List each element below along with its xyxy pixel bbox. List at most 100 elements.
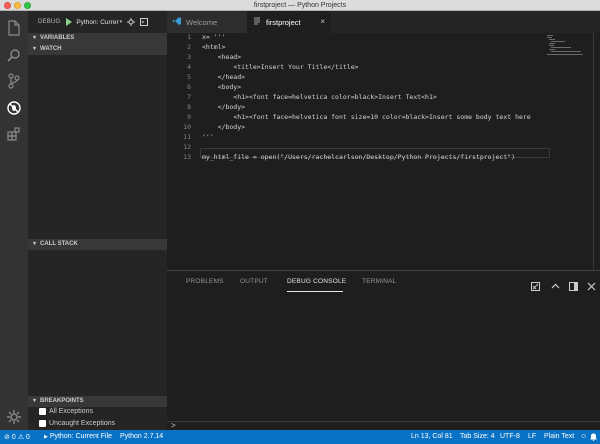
line-number: 12	[183, 143, 191, 151]
status-bar: ⊘ 0 ⚠ 0 ▶ Python: Current File Python 2.…	[0, 430, 600, 444]
code-line: <html>	[202, 43, 226, 51]
cursor-position[interactable]: Ln 13, Col 81	[411, 433, 453, 440]
debug-toolbar: DEBUG Python: Currer ▾	[28, 11, 167, 33]
debug-console-input[interactable]: >	[167, 421, 600, 430]
code-line: <h1><font face=helvetica color=black>Ins…	[202, 93, 437, 101]
maximize-panel-icon[interactable]	[569, 278, 578, 291]
watch-section-header[interactable]: ▾ WATCH	[28, 44, 167, 55]
debug-config-select[interactable]: Python: Currer	[76, 19, 118, 26]
debug-config-status[interactable]: ▶ Python: Current File	[44, 433, 112, 440]
breakpoints-section-header[interactable]: ▾ BREAKPOINTS	[28, 396, 167, 407]
smiley-icon[interactable]: ☺	[580, 433, 587, 440]
line-number: 13	[183, 153, 191, 161]
gear-icon[interactable]	[127, 18, 136, 26]
tab-label: Welcome	[186, 17, 218, 27]
tab-firstproject[interactable]: firstproject ×	[247, 11, 331, 33]
code-line: '''	[202, 133, 214, 141]
editor-tab-bar: Welcome firstproject ×	[167, 11, 600, 33]
code-line: </body>	[202, 103, 246, 111]
breakpoint-label: Uncaught Exceptions	[49, 420, 116, 427]
code-line: <body>	[202, 83, 242, 91]
line-number: 5	[187, 73, 191, 81]
checkbox[interactable]	[39, 408, 46, 415]
chevron-down-icon: ▾	[33, 35, 37, 41]
line-number: 1	[187, 33, 191, 41]
debug-config-label: Python: Current File	[49, 433, 113, 440]
debug-console-icon[interactable]	[140, 18, 149, 26]
tab-problems[interactable]: PROBLEMS	[186, 278, 224, 285]
clear-console-icon[interactable]	[531, 278, 540, 291]
code-line: <title>Insert Your Title</title>	[202, 63, 359, 71]
play-icon: ▶	[44, 434, 48, 440]
line-number: 2	[187, 43, 191, 51]
code-line: <head>	[202, 53, 242, 61]
tab-size[interactable]: Tab Size: 4	[460, 433, 495, 440]
code-line: my_html_file = open("/Users/rachelcarlso…	[202, 153, 516, 161]
error-count: 0	[11, 434, 16, 441]
vscode-icon	[173, 17, 181, 27]
console-prompt: >	[171, 421, 176, 430]
call-stack-label: CALL STACK	[40, 241, 78, 247]
line-number-gutter: 1 2 3 4 5 6 7 8 9 10 11 12 13	[167, 33, 191, 269]
code-line: x= '''	[202, 33, 226, 41]
play-icon[interactable]	[66, 18, 73, 26]
watch-label: WATCH	[40, 46, 62, 52]
explorer-icon[interactable]	[6, 20, 22, 36]
line-number: 8	[187, 103, 191, 111]
source-control-icon[interactable]	[6, 73, 22, 89]
code-editor[interactable]: 1 2 3 4 5 6 7 8 9 10 11 12 13 x= ''' <ht…	[167, 33, 600, 269]
extensions-icon[interactable]	[6, 126, 22, 142]
search-icon[interactable]	[6, 47, 22, 63]
bell-icon[interactable]	[590, 433, 597, 443]
checkbox[interactable]	[39, 420, 46, 427]
eol[interactable]: LF	[528, 433, 536, 440]
python-interpreter[interactable]: Python 2.7.14	[120, 433, 163, 440]
vertical-scrollbar[interactable]	[593, 33, 594, 269]
chevron-down-icon: ▾	[33, 46, 37, 52]
activity-bar	[0, 11, 28, 430]
panel-tab-bar: PROBLEMS OUTPUT DEBUG CONSOLE TERMINAL	[167, 271, 600, 293]
chevron-down-icon[interactable]: ▾	[120, 19, 123, 25]
breakpoint-label: All Exceptions	[49, 408, 93, 415]
breakpoints-label: BREAKPOINTS	[40, 398, 84, 404]
problems-status[interactable]: ⊘ 0 ⚠ 0	[4, 433, 30, 441]
breakpoint-all-exceptions[interactable]: All Exceptions	[39, 408, 93, 415]
variables-label: VARIABLES	[40, 35, 75, 41]
file-icon	[253, 17, 261, 27]
chevron-up-icon[interactable]	[551, 278, 560, 289]
variables-section-header[interactable]: ▾ VARIABLES	[28, 33, 167, 44]
error-icon: ⊘	[4, 434, 10, 441]
code-line: </body>	[202, 123, 246, 131]
tab-terminal[interactable]: TERMINAL	[362, 278, 396, 285]
call-stack-section-header[interactable]: ▾ CALL STACK	[28, 239, 167, 250]
line-number: 4	[187, 63, 191, 71]
line-number: 9	[187, 113, 191, 121]
breakpoint-uncaught-exceptions[interactable]: Uncaught Exceptions	[39, 420, 115, 427]
tab-debug-console[interactable]: DEBUG CONSOLE	[287, 278, 346, 285]
tab-label: firstproject	[266, 17, 301, 27]
chevron-down-icon: ▾	[33, 398, 37, 404]
close-icon[interactable]: ×	[320, 17, 325, 26]
code-line: <h1><font face=helvetica font size=10 co…	[202, 113, 531, 121]
line-number: 10	[183, 123, 191, 131]
warning-icon: ⚠	[17, 434, 24, 441]
tab-welcome[interactable]: Welcome	[167, 11, 247, 33]
settings-icon[interactable]	[6, 409, 22, 425]
debug-sidebar: DEBUG Python: Currer ▾ ▾ VARIABLES ▾ WATCH…	[28, 11, 167, 430]
tab-output[interactable]: OUTPUT	[240, 278, 268, 285]
encoding[interactable]: UTF-8	[500, 433, 520, 440]
code-line: </head>	[202, 73, 246, 81]
active-tab-indicator	[287, 291, 343, 292]
line-number: 6	[187, 83, 191, 91]
chevron-down-icon: ▾	[33, 241, 37, 247]
line-number: 3	[187, 53, 191, 61]
line-number: 7	[187, 93, 191, 101]
line-number: 11	[183, 133, 191, 141]
debug-icon[interactable]	[6, 100, 22, 116]
close-icon[interactable]	[587, 278, 596, 291]
window-title: firstproject — Python Projects	[253, 2, 347, 9]
warning-count: 0	[25, 434, 30, 441]
debug-label: DEBUG	[38, 19, 61, 25]
minimap[interactable]	[547, 35, 585, 55]
language-mode[interactable]: Plain Text	[544, 433, 574, 440]
